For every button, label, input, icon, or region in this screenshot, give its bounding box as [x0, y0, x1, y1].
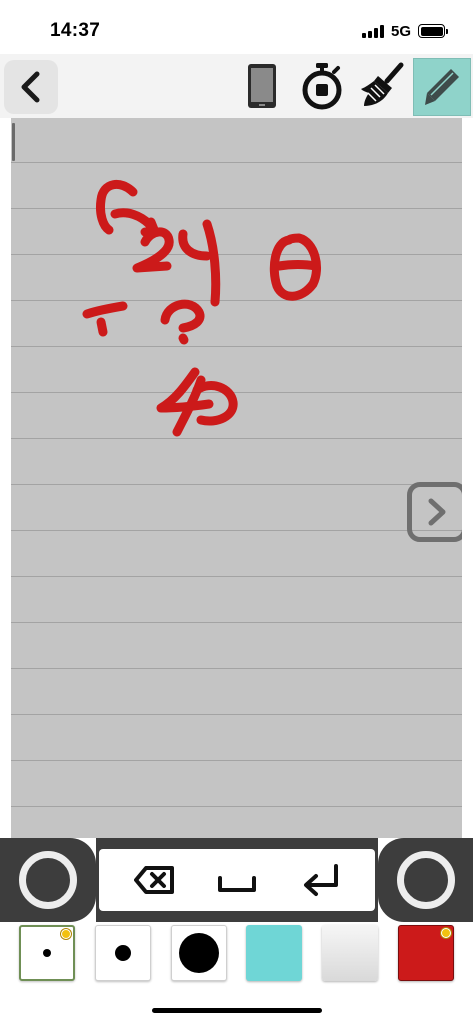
gear-icon — [61, 929, 71, 939]
pen-size-large[interactable] — [171, 925, 227, 981]
status-time: 14:37 — [50, 20, 101, 41]
stopwatch-icon — [302, 63, 342, 110]
back-button[interactable] — [4, 60, 58, 114]
small-dot-icon — [43, 949, 51, 957]
right-circle-button[interactable] — [378, 838, 473, 922]
signal-icon — [361, 24, 384, 38]
broom-icon — [361, 62, 404, 106]
top-toolbar — [0, 54, 473, 118]
return-key[interactable] — [291, 855, 351, 905]
color-cyan[interactable] — [246, 925, 302, 981]
keys-strip — [96, 838, 378, 922]
return-icon — [304, 864, 338, 896]
chevron-left-icon — [21, 71, 40, 103]
battery-icon — [418, 24, 448, 38]
handwriting-strokes — [82, 180, 321, 437]
writing-canvas[interactable] — [11, 118, 462, 838]
color-white[interactable] — [322, 925, 378, 981]
pen-size-medium[interactable] — [95, 925, 151, 981]
status-bar: 14:37 5G — [0, 0, 473, 54]
next-page-button[interactable] — [407, 482, 462, 542]
status-indicators: 5G — [361, 20, 448, 42]
pen-size-small[interactable] — [19, 925, 75, 981]
space-icon — [218, 876, 256, 892]
keyboard-row — [0, 838, 473, 922]
keys-panel — [99, 849, 375, 911]
circle-icon — [19, 851, 77, 909]
medium-dot-icon — [115, 945, 131, 961]
device-view-button[interactable] — [236, 58, 288, 114]
gear-icon — [441, 928, 451, 938]
pen-tool-button[interactable] — [413, 58, 471, 116]
backspace-icon — [134, 866, 174, 894]
space-key[interactable] — [207, 855, 267, 905]
pencil-icon — [425, 69, 459, 105]
left-circle-button[interactable] — [0, 838, 96, 922]
color-red[interactable] — [398, 925, 454, 981]
timer-button[interactable] — [296, 58, 348, 114]
network-label: 5G — [390, 22, 411, 40]
clear-button[interactable] — [356, 58, 408, 114]
pen-palette — [0, 922, 473, 986]
circle-icon — [397, 851, 455, 909]
backspace-key[interactable] — [125, 855, 185, 905]
home-indicator — [152, 1008, 322, 1013]
large-dot-icon — [179, 933, 219, 973]
chevron-right-icon — [428, 498, 446, 526]
phone-icon — [248, 64, 276, 108]
